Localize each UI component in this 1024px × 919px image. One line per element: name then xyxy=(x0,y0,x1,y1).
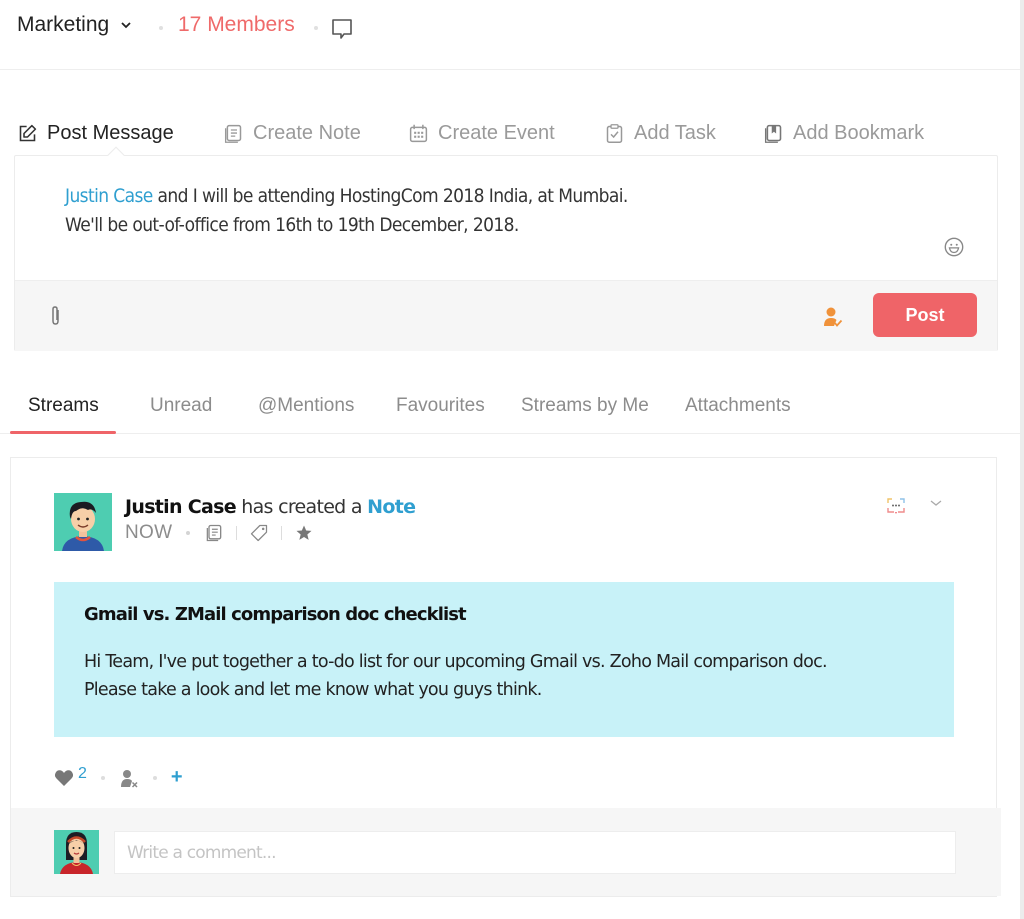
divider xyxy=(236,526,238,540)
user-remove-icon[interactable] xyxy=(119,768,139,788)
action-text: has created a xyxy=(235,496,368,518)
tab-unread[interactable]: Unread xyxy=(150,395,212,417)
composer-footer: Post xyxy=(15,280,997,351)
note-icon[interactable] xyxy=(204,523,224,543)
post-timestamp: NOW xyxy=(125,522,173,543)
post-composer: Justin Case and I will be attending Host… xyxy=(14,146,998,351)
tab-streams[interactable]: Streams xyxy=(28,395,99,417)
stream-tabs: Streams Unread @Mentions Favourites Stre… xyxy=(0,390,1020,434)
separator-dot xyxy=(186,531,191,535)
note-preview[interactable]: Gmail vs. ZMail comparison doc checklist… xyxy=(54,582,954,737)
message-text-line1: and I will be attending HostingCom 2018 … xyxy=(152,185,629,207)
tab-attachments[interactable]: Attachments xyxy=(685,395,791,417)
smiley-icon[interactable] xyxy=(943,236,965,258)
clipboard-check-icon xyxy=(606,123,623,143)
tab-create-event[interactable]: Create Event xyxy=(408,117,555,149)
mention-link[interactable]: Justin Case xyxy=(65,185,153,207)
members-link[interactable]: 17 Members xyxy=(178,13,295,37)
separator-dot xyxy=(314,26,318,30)
tab-streams-by-me[interactable]: Streams by Me xyxy=(521,395,649,417)
note-body: Hi Team, I've put together a to-do list … xyxy=(84,648,828,704)
composer-tabs: Post Message Create Note Create Event Ad… xyxy=(0,117,1000,149)
calendar-icon xyxy=(409,124,428,142)
chat-bubble-icon[interactable] xyxy=(330,17,354,41)
add-reaction-button[interactable]: + xyxy=(171,766,183,789)
tab-favourites[interactable]: Favourites xyxy=(396,395,485,417)
male-avatar-icon xyxy=(54,493,112,551)
note-title[interactable]: Gmail vs. ZMail comparison doc checklist xyxy=(84,604,467,625)
tab-label: Create Event xyxy=(438,121,555,144)
chevron-down-icon xyxy=(121,22,131,29)
paperclip-icon[interactable] xyxy=(47,305,65,327)
tab-post-message[interactable]: Post Message xyxy=(17,117,174,149)
tab-create-note[interactable]: Create Note xyxy=(223,117,361,149)
star-icon[interactable] xyxy=(294,523,314,543)
author-name-link[interactable]: Justin Case xyxy=(125,496,237,518)
user-check-icon[interactable] xyxy=(821,305,845,329)
group-header: Marketing 17 Members xyxy=(0,0,1020,70)
group-selector[interactable]: Marketing xyxy=(17,13,133,37)
more-options-icon[interactable] xyxy=(887,498,905,514)
tab-add-task[interactable]: Add Task xyxy=(604,117,716,149)
post-actions: 2 + xyxy=(54,765,183,789)
like-count[interactable]: 2 xyxy=(78,765,87,783)
author-avatar[interactable] xyxy=(54,493,112,551)
tab-label: Add Bookmark xyxy=(793,121,925,144)
message-text-line2: We'll be out-of-office from 16th to 19th… xyxy=(65,214,519,236)
note-icon xyxy=(224,124,242,143)
page-scrollbar[interactable] xyxy=(1020,0,1024,919)
post-headline: Justin Case has created a Note xyxy=(125,496,416,518)
chevron-down-icon[interactable] xyxy=(929,498,943,508)
note-body-line: Please take a look and let me know what … xyxy=(84,680,542,700)
heart-icon[interactable] xyxy=(54,769,74,787)
tab-add-bookmark[interactable]: Add Bookmark xyxy=(763,117,924,149)
tab-mentions[interactable]: @Mentions xyxy=(258,395,354,417)
tab-label: Post Message xyxy=(47,121,174,144)
separator-dot xyxy=(159,26,163,30)
post-button[interactable]: Post xyxy=(873,293,977,337)
divider xyxy=(281,526,283,540)
active-tab-indicator xyxy=(10,431,116,434)
separator-dot xyxy=(100,775,105,780)
group-name: Marketing xyxy=(17,13,110,36)
comment-input[interactable] xyxy=(114,831,956,874)
current-user-avatar xyxy=(54,830,99,874)
note-link[interactable]: Note xyxy=(367,496,416,518)
bookmark-icon xyxy=(764,124,782,143)
female-avatar-icon xyxy=(54,830,99,874)
note-body-line: Hi Team, I've put together a to-do list … xyxy=(84,652,828,672)
post-meta: NOW xyxy=(125,522,314,544)
separator-dot xyxy=(152,775,157,780)
edit-icon xyxy=(19,124,37,141)
comment-section xyxy=(11,808,1001,896)
feed-post-card: Justin Case has created a Note NOW Gmail… xyxy=(10,457,1001,897)
tab-label: Create Note xyxy=(253,121,361,144)
message-input[interactable]: Justin Case and I will be attending Host… xyxy=(65,182,628,240)
tab-label: Add Task xyxy=(634,121,716,144)
tag-icon[interactable] xyxy=(249,523,269,543)
active-tab-caret xyxy=(107,146,125,164)
